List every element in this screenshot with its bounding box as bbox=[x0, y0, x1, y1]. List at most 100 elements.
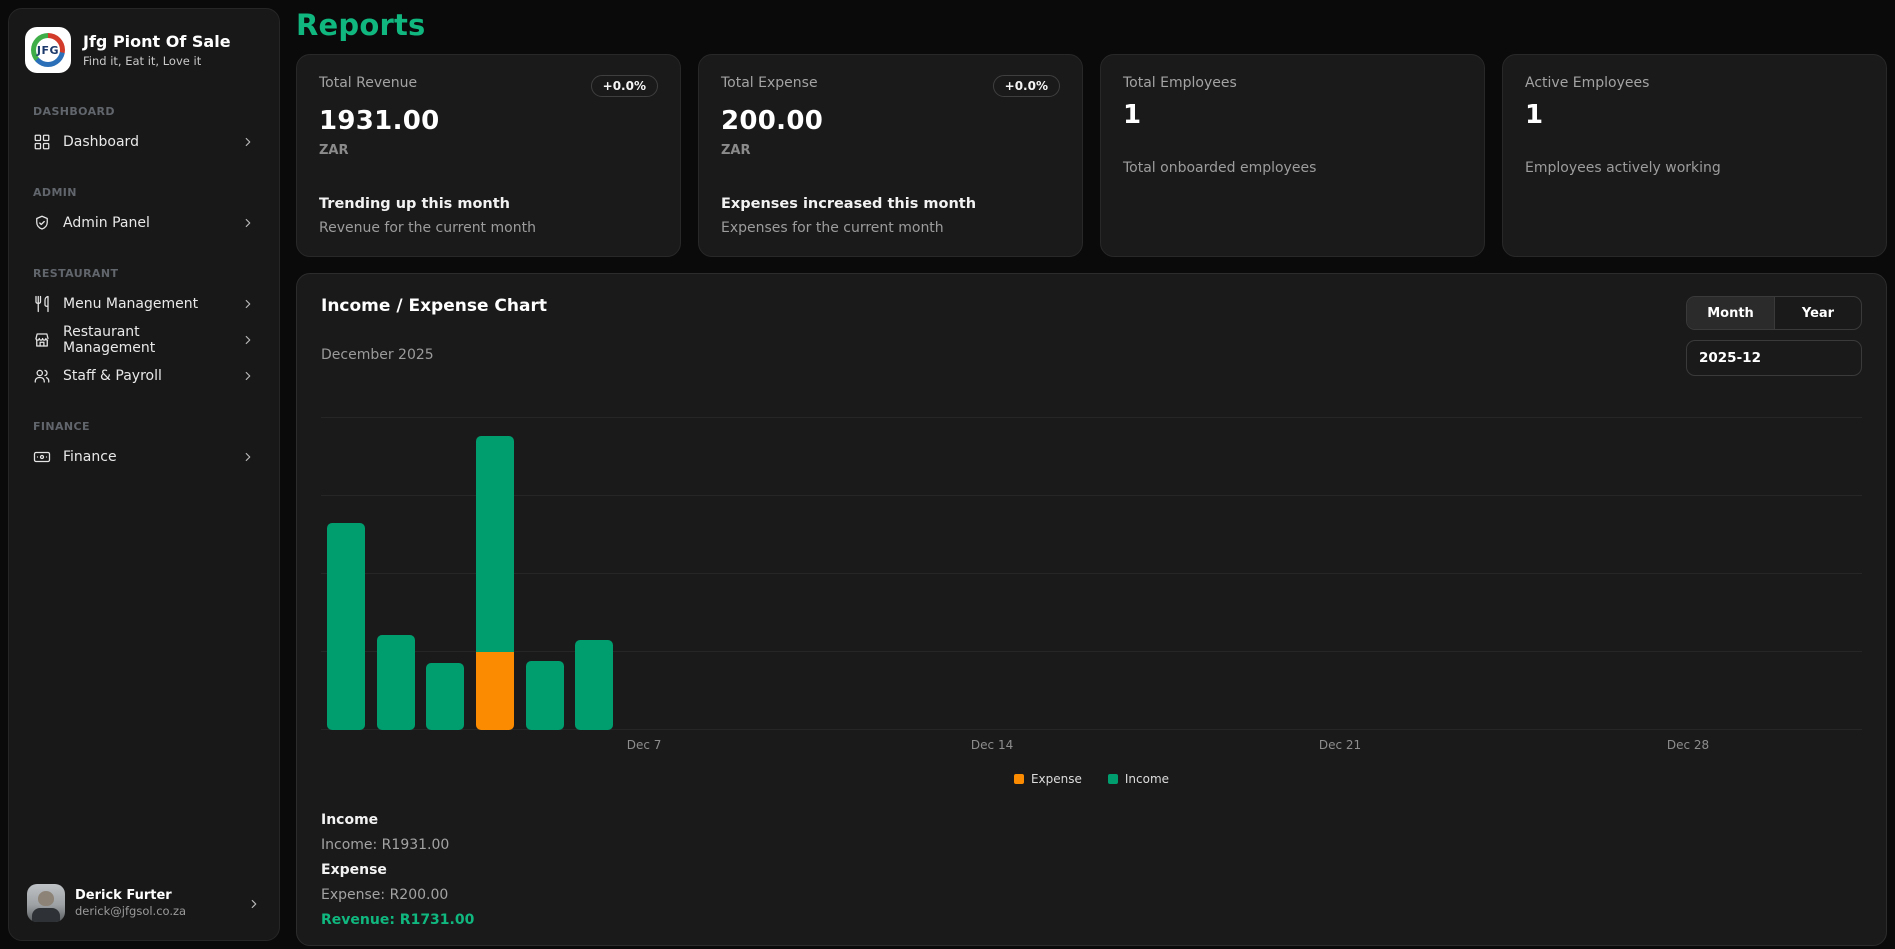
jfg-logo-icon: JFG bbox=[25, 27, 71, 73]
sidebar-item-finance[interactable]: Finance bbox=[23, 439, 265, 475]
chevron-right-icon bbox=[241, 450, 255, 464]
bar-segment-income bbox=[327, 523, 365, 730]
banknote-icon bbox=[33, 448, 51, 466]
bar-segment-income bbox=[575, 640, 613, 730]
sidebar-item-staff-payroll[interactable]: Staff & Payroll bbox=[23, 358, 265, 394]
month-year-toggle: Month Year bbox=[1686, 296, 1862, 330]
avatar bbox=[27, 884, 65, 922]
chevron-right-icon bbox=[241, 135, 255, 149]
stat-cards-row: Total Revenue +0.0% 1931.00 ZAR Trending … bbox=[296, 54, 1887, 257]
bar-day-5[interactable] bbox=[526, 661, 564, 730]
bar-segment-income bbox=[476, 436, 514, 652]
summary-income-title: Income bbox=[321, 812, 1862, 828]
sidebar-item-label: Admin Panel bbox=[63, 215, 229, 231]
logo-text: JFG bbox=[37, 44, 59, 57]
bar-day-2[interactable] bbox=[377, 635, 415, 730]
card-footer-sub: Expenses for the current month bbox=[721, 220, 1060, 236]
utensils-icon bbox=[33, 295, 51, 313]
summary-income-line: Income: R1931.00 bbox=[321, 837, 1862, 853]
summary-expense-title: Expense bbox=[321, 862, 1862, 878]
period-input[interactable] bbox=[1686, 340, 1862, 376]
sidebar-item-label: Dashboard bbox=[63, 134, 229, 150]
brand-title: Jfg Piont Of Sale bbox=[83, 32, 231, 52]
bar-day-4[interactable] bbox=[476, 436, 514, 730]
stat-card-total-employees: Total Employees 1Total onboarded employe… bbox=[1100, 54, 1485, 257]
legend-item-expense: Expense bbox=[1014, 772, 1082, 786]
stat-card-active-employees: Active Employees 1 Employees actively wor… bbox=[1502, 54, 1887, 257]
x-tick-label: Dec 28 bbox=[1667, 738, 1709, 752]
card-description: Total onboarded employees bbox=[1123, 160, 1462, 176]
sidebar-item-admin-panel[interactable]: Admin Panel bbox=[23, 205, 265, 241]
x-tick-label: Dec 14 bbox=[971, 738, 1013, 752]
gridline bbox=[321, 573, 1862, 574]
gridline bbox=[321, 651, 1862, 652]
bar-segment-expense bbox=[476, 652, 514, 730]
grid-icon bbox=[33, 133, 51, 151]
card-value: 1 bbox=[1525, 100, 1864, 130]
chart-title: Income / Expense Chart bbox=[321, 296, 547, 316]
bar-segment-income bbox=[377, 635, 415, 730]
sidebar-item-menu-management[interactable]: Menu Management bbox=[23, 286, 265, 322]
toggle-year-button[interactable]: Year bbox=[1774, 297, 1861, 329]
page-title: Reports bbox=[296, 8, 1887, 42]
sidebar-item-dashboard[interactable]: Dashboard bbox=[23, 124, 265, 160]
gridline bbox=[321, 495, 1862, 496]
sidebar-item-label: Finance bbox=[63, 449, 229, 465]
nav-section-label: DASHBOARD bbox=[33, 105, 255, 118]
user-menu-button[interactable]: Derick Furter derick@jfgsol.co.za bbox=[19, 876, 269, 930]
chevron-right-icon bbox=[241, 216, 255, 230]
nav-section-label: RESTAURANT bbox=[33, 267, 255, 280]
stat-card-total-expense: Total Expense +0.0% 200.00ZAR Expenses i… bbox=[698, 54, 1083, 257]
card-description: Employees actively working bbox=[1525, 160, 1864, 176]
brand: JFG Jfg Piont Of Sale Find it, Eat it, L… bbox=[9, 9, 279, 79]
summary-expense-line: Expense: R200.00 bbox=[321, 887, 1862, 903]
legend-label: Income bbox=[1125, 772, 1169, 786]
chevron-right-icon bbox=[247, 896, 261, 910]
income-expense-chart-card: Income / Expense Chart December 2025 Mon… bbox=[296, 273, 1887, 946]
card-label: Total Employees bbox=[1123, 75, 1237, 91]
sidebar-nav: DASHBOARD Dashboard ADMIN Admin Panel RESTAU… bbox=[9, 79, 279, 866]
card-footer-bold: Trending up this month bbox=[319, 196, 658, 212]
trend-badge: +0.0% bbox=[993, 75, 1060, 97]
legend-item-income: Income bbox=[1108, 772, 1169, 786]
shield-check-icon bbox=[33, 214, 51, 232]
x-axis: Dec 7Dec 14Dec 21Dec 28 bbox=[321, 738, 1862, 764]
sidebar-item-label: Staff & Payroll bbox=[63, 368, 229, 384]
bar-chart-plot bbox=[321, 418, 1862, 730]
user-email: derick@jfgsol.co.za bbox=[75, 904, 237, 918]
x-tick-label: Dec 7 bbox=[627, 738, 662, 752]
store-icon bbox=[33, 331, 51, 349]
main-content: Reports Total Revenue +0.0% 1931.00 ZAR T… bbox=[296, 0, 1887, 949]
legend-swatch bbox=[1014, 774, 1024, 784]
chart-legend: Expense Income bbox=[321, 772, 1862, 786]
brand-subtitle: Find it, Eat it, Love it bbox=[83, 54, 231, 68]
card-footer-sub: Revenue for the current month bbox=[319, 220, 658, 236]
trend-badge: +0.0% bbox=[591, 75, 658, 97]
nav-section-label: ADMIN bbox=[33, 186, 255, 199]
sidebar: JFG Jfg Piont Of Sale Find it, Eat it, L… bbox=[8, 8, 280, 941]
legend-label: Expense bbox=[1031, 772, 1082, 786]
gridline bbox=[321, 417, 1862, 418]
card-label: Total Revenue bbox=[319, 75, 417, 91]
bar-day-1[interactable] bbox=[327, 523, 365, 730]
sidebar-item-label: Menu Management bbox=[63, 296, 229, 312]
card-label: Active Employees bbox=[1525, 75, 1649, 91]
bar-segment-income bbox=[526, 661, 564, 730]
card-footer-bold: Expenses increased this month bbox=[721, 196, 1060, 212]
card-label: Total Expense bbox=[721, 75, 818, 91]
chevron-right-icon bbox=[241, 333, 255, 347]
card-unit: ZAR bbox=[319, 143, 658, 158]
bar-day-6[interactable] bbox=[575, 640, 613, 730]
card-value: 200.00 bbox=[721, 106, 1060, 136]
chart-subtitle: December 2025 bbox=[321, 347, 547, 363]
toggle-month-button[interactable]: Month bbox=[1687, 297, 1774, 329]
card-value: 1931.00 bbox=[319, 106, 658, 136]
nav-section-label: FINANCE bbox=[33, 420, 255, 433]
summary-revenue-line: Revenue: R1731.00 bbox=[321, 912, 1862, 928]
bar-day-3[interactable] bbox=[426, 663, 464, 730]
legend-swatch bbox=[1108, 774, 1118, 784]
sidebar-item-restaurant-management[interactable]: Restaurant Management bbox=[23, 322, 265, 358]
stat-card-total-revenue: Total Revenue +0.0% 1931.00 ZAR Trending … bbox=[296, 54, 681, 257]
sidebar-item-label: Restaurant Management bbox=[63, 324, 229, 356]
chevron-right-icon bbox=[241, 369, 255, 383]
